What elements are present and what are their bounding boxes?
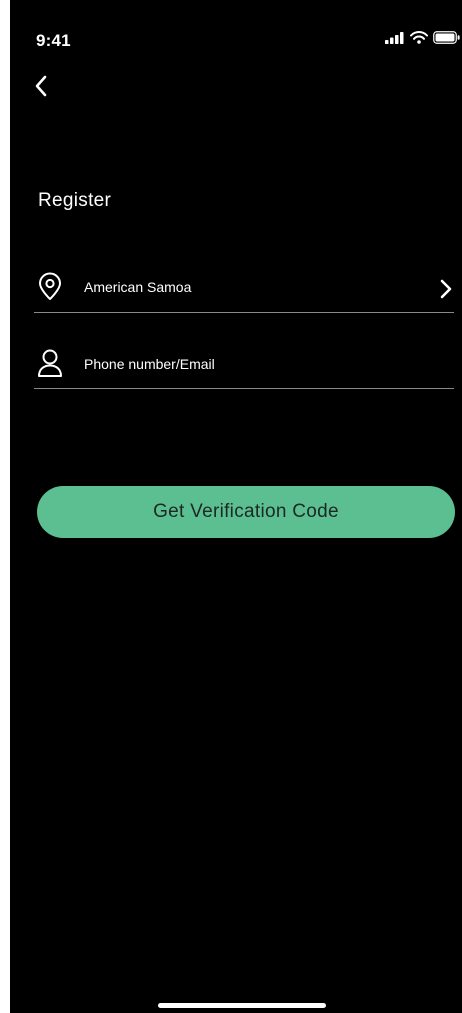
chevron-left-icon <box>35 75 47 97</box>
register-screen: 9:41 Register American Samoa Phone numbe… <box>10 0 462 1013</box>
back-button[interactable] <box>28 72 54 100</box>
get-verification-code-button[interactable]: Get Verification Code <box>37 486 455 538</box>
home-indicator <box>158 1003 326 1008</box>
chevron-right-icon <box>440 279 452 299</box>
location-pin-icon <box>39 272 61 300</box>
phone-email-input[interactable] <box>84 350 444 378</box>
signal-icon <box>385 31 404 44</box>
region-selector[interactable]: American Samoa <box>34 268 454 313</box>
status-icons <box>385 31 460 44</box>
wifi-icon <box>410 31 428 44</box>
battery-icon <box>433 31 460 44</box>
region-value: American Samoa <box>84 279 192 295</box>
page-title: Register <box>38 190 112 211</box>
account-field <box>34 344 454 389</box>
status-bar: 9:41 <box>10 0 462 70</box>
user-icon <box>38 349 62 377</box>
status-time: 9:41 <box>36 31 71 50</box>
